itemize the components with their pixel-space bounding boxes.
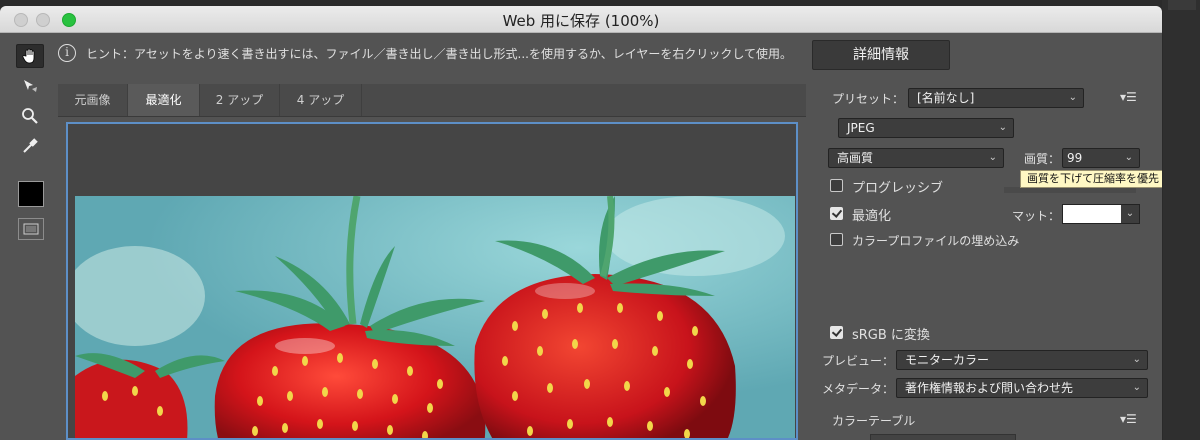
window-title: Web 用に保存 (100%) xyxy=(502,12,660,30)
file-format-dropdown[interactable]: JPEG ⌄ xyxy=(838,118,1014,138)
background-app-edge xyxy=(1162,0,1200,440)
chevron-down-icon: ⌄ xyxy=(1068,92,1077,103)
progressive-checkbox[interactable] xyxy=(830,179,843,192)
save-for-web-dialog: Web 用に保存 (100%) i ヒント：アセットをより速く書き出すには、ファ… xyxy=(0,6,1162,440)
color-table-label: カラーテーブル xyxy=(832,414,916,428)
tab-optimized[interactable]: 最適化 xyxy=(128,84,200,116)
embed-color-profile-checkbox[interactable] xyxy=(830,233,843,246)
chevron-down-icon: ⌄ xyxy=(1132,354,1141,365)
tab-4-up[interactable]: 4 アップ xyxy=(280,84,362,116)
quality-input[interactable]: 99 ⌄ xyxy=(1062,148,1140,168)
optimized-label: 最適化 xyxy=(852,209,892,224)
chevron-down-icon: ⌄ xyxy=(1124,152,1133,163)
chevron-down-icon: ⌄ xyxy=(988,152,997,163)
preset-dropdown[interactable]: [名前なし] ⌄ xyxy=(908,88,1084,108)
chevron-down-icon: ⌄ xyxy=(1121,205,1139,223)
preview-label: プレビュー： xyxy=(822,354,895,368)
metadata-label: メタデータ： xyxy=(822,382,895,396)
tab-2-up[interactable]: 2 アップ xyxy=(200,84,280,116)
quality-label: 画質： xyxy=(1024,152,1061,166)
preset-label: プリセット： xyxy=(832,92,905,106)
convert-srgb-label: sRGB に変換 xyxy=(852,328,930,343)
zoom-tool-icon[interactable] xyxy=(16,104,44,128)
chevron-down-icon: ⌄ xyxy=(998,122,1007,133)
info-icon: i xyxy=(58,44,76,62)
image-preview-pane[interactable] xyxy=(66,122,798,440)
matte-label: マット： xyxy=(1012,209,1061,223)
strawberry-photo xyxy=(68,195,795,438)
toggle-slices-visibility-icon[interactable] xyxy=(18,218,44,240)
more-info-button[interactable]: 詳細情報 xyxy=(812,40,950,70)
tool-column xyxy=(12,42,50,440)
matte-color-swatch xyxy=(1063,205,1121,223)
color-table-menu-icon[interactable]: ▾☰ xyxy=(1120,412,1137,426)
title-bar: Web 用に保存 (100%) xyxy=(0,6,1162,33)
color-table xyxy=(870,434,1016,440)
quality-tooltip: 画質を下げて圧縮率を優先 xyxy=(1020,170,1162,188)
hand-tool-icon[interactable] xyxy=(16,44,44,68)
optimize-menu-icon[interactable]: ▾☰ xyxy=(1120,90,1137,104)
slice-select-tool-icon[interactable] xyxy=(16,74,44,98)
hint-bar: i ヒント：アセットをより速く書き出すには、ファイル／書き出し／書き出し形式..… xyxy=(58,40,804,66)
chevron-down-icon: ⌄ xyxy=(1132,382,1141,393)
preview-dropdown[interactable]: モニターカラー ⌄ xyxy=(896,350,1148,370)
convert-srgb-checkbox[interactable] xyxy=(830,326,843,339)
tab-original[interactable]: 元画像 xyxy=(58,84,128,116)
matte-color-dropdown[interactable]: ⌄ xyxy=(1062,204,1140,224)
hint-text: ヒント：アセットをより速く書き出すには、ファイル／書き出し／書き出し形式...を… xyxy=(86,46,793,61)
eyedropper-color-swatch[interactable] xyxy=(18,181,44,207)
eyedropper-tool-icon[interactable] xyxy=(16,134,44,158)
metadata-dropdown[interactable]: 著作権情報および問い合わせ先 ⌄ xyxy=(896,378,1148,398)
progressive-label: プログレッシブ xyxy=(852,181,944,196)
embed-color-profile-label: カラープロファイルの埋め込み xyxy=(852,234,1020,248)
view-tabs: 元画像 最適化 2 アップ 4 アップ xyxy=(58,84,806,117)
optimized-checkbox[interactable] xyxy=(830,207,843,220)
quality-preset-dropdown[interactable]: 高画質 ⌄ xyxy=(828,148,1004,168)
